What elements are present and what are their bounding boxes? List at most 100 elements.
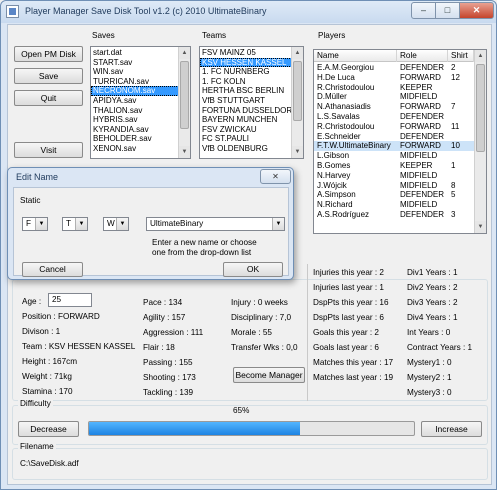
maximize-button[interactable]: □ bbox=[435, 2, 460, 19]
player-role-cell: MIDFIELD bbox=[400, 92, 438, 102]
open-disk-button[interactable]: Open PM Disk bbox=[14, 46, 83, 62]
scroll-thumb[interactable] bbox=[180, 61, 189, 129]
player-row[interactable]: L.S.Savalas DEFENDER bbox=[314, 112, 474, 122]
become-manager-button[interactable]: Become Manager bbox=[233, 367, 305, 383]
teams-list[interactable]: FSV MAINZ 05 KSV HESSEN KASSEL 1. FC NURNB… bbox=[199, 46, 304, 159]
scroll-down-icon[interactable]: ▼ bbox=[292, 146, 303, 158]
player-row[interactable]: D.Müller MIDFIELD bbox=[314, 92, 474, 102]
scroll-up-icon[interactable]: ▲ bbox=[475, 50, 486, 62]
player-shirt-cell: 11 bbox=[451, 121, 460, 131]
save-button[interactable]: Save bbox=[14, 68, 83, 84]
player-row[interactable]: N.Harvey MIDFIELD bbox=[314, 171, 474, 181]
player-row[interactable]: A.S.Rodríguez DEFENDER 3 bbox=[314, 210, 474, 220]
column-header-name[interactable]: Name bbox=[314, 50, 397, 62]
dropdown-arrow-icon[interactable]: ▼ bbox=[272, 218, 284, 230]
name-combo-value: UltimateBinary bbox=[150, 219, 204, 228]
dialog-ok-button[interactable]: OK bbox=[223, 262, 283, 277]
saves-scrollbar[interactable]: ▲ ▼ bbox=[178, 47, 190, 158]
player-row[interactable]: E.Schneider DEFENDER bbox=[314, 132, 474, 142]
quit-button[interactable]: Quit bbox=[14, 90, 83, 106]
team-list-item[interactable]: 1. FC NURNBERG bbox=[200, 67, 292, 77]
team-list-item[interactable]: FC ST.PAULI bbox=[200, 134, 292, 144]
initial2-combo[interactable]: T ▼ bbox=[62, 217, 88, 231]
team-list-item[interactable]: VfB OLDENBURG bbox=[200, 144, 292, 154]
dsp-pts-last-year: DspPts last year : 6 bbox=[313, 313, 384, 322]
save-list-item[interactable]: WIN.sav bbox=[91, 67, 179, 77]
dropdown-arrow-icon[interactable]: ▼ bbox=[116, 218, 128, 230]
player-name-cell: A.Simpson bbox=[317, 190, 356, 200]
title-bar[interactable]: Player Manager Save Disk Tool v1.2 (c) 2… bbox=[1, 1, 496, 23]
player-row[interactable]: J.Wójcik MIDFIELD 8 bbox=[314, 181, 474, 191]
player-row[interactable]: N.Athanasiadis FORWARD 7 bbox=[314, 102, 474, 112]
saves-list[interactable]: start.dat START.sav WIN.sav TURRICAN.sav NEC… bbox=[90, 46, 191, 159]
team-list-item[interactable]: FSV ZWICKAU bbox=[200, 125, 292, 135]
name-combo[interactable]: UltimateBinary ▼ bbox=[146, 217, 285, 231]
scroll-up-icon[interactable]: ▲ bbox=[292, 47, 303, 59]
tackling-value: Tackling : 139 bbox=[143, 388, 194, 397]
player-name-cell: L.S.Savalas bbox=[317, 112, 360, 121]
player-row[interactable]: H.De Luca FORWARD 12 bbox=[314, 73, 474, 83]
players-grid[interactable]: Name Role Shirt E.A.M.Georgiou DEFENDER 2 H… bbox=[313, 49, 487, 234]
player-name-cell: L.Gibson bbox=[317, 151, 350, 161]
age-field[interactable]: 25 bbox=[48, 293, 92, 307]
player-row[interactable]: B.Gomes KEEPER 1 bbox=[314, 161, 474, 171]
team-value: Team : KSV HESSEN KASSEL bbox=[22, 342, 136, 351]
save-list-item[interactable]: XENON.sav bbox=[91, 144, 179, 154]
player-row[interactable]: L.Gibson MIDFIELD bbox=[314, 151, 474, 161]
dialog-close-icon[interactable]: ✕ bbox=[260, 169, 291, 184]
dropdown-arrow-icon[interactable]: ▼ bbox=[35, 218, 47, 230]
player-shirt-cell: 10 bbox=[451, 141, 460, 151]
player-row[interactable]: F.T.W.UltimateBinary FORWARD 10 bbox=[314, 141, 474, 152]
goals-last-year: Goals last year : 6 bbox=[313, 343, 379, 352]
team-list-item[interactable]: HERTHA BSC BERLIN bbox=[200, 86, 292, 96]
scroll-down-icon[interactable]: ▼ bbox=[179, 146, 190, 158]
matches-last-year: Matches last year : 19 bbox=[313, 373, 394, 382]
player-role-cell: KEEPER bbox=[400, 161, 433, 170]
player-row[interactable]: R.Christodoulou FORWARD 11 bbox=[314, 122, 474, 132]
column-header-role[interactable]: Role bbox=[397, 50, 448, 62]
save-list-item[interactable]: START.sav bbox=[91, 58, 179, 68]
dropdown-arrow-icon[interactable]: ▼ bbox=[75, 218, 87, 230]
team-list-item[interactable]: 1. FC KOLN bbox=[200, 77, 292, 87]
div4-years: Div4 Years : 1 bbox=[407, 313, 458, 322]
team-list-item[interactable]: VfB STUTTGART bbox=[200, 96, 292, 106]
decrease-button[interactable]: Decrease bbox=[18, 421, 79, 437]
scroll-up-icon[interactable]: ▲ bbox=[179, 47, 190, 59]
player-row[interactable]: E.A.M.Georgiou DEFENDER 2 bbox=[314, 63, 474, 73]
team-list-item[interactable]: FORTUNA DUSSELDORF bbox=[200, 106, 297, 116]
minimize-button[interactable]: – bbox=[411, 2, 436, 19]
scroll-thumb[interactable] bbox=[476, 64, 485, 152]
player-row[interactable]: N.Richard MIDFIELD bbox=[314, 200, 474, 210]
players-grid-header: Name Role Shirt bbox=[314, 50, 474, 62]
player-role-cell: MIDFIELD bbox=[400, 200, 438, 210]
scroll-thumb[interactable] bbox=[293, 61, 302, 121]
player-shirt-cell: 8 bbox=[451, 180, 456, 190]
teams-scrollbar[interactable]: ▲ ▼ bbox=[291, 47, 303, 158]
save-list-item[interactable]: start.dat bbox=[91, 48, 179, 58]
team-list-item[interactable]: FSV MAINZ 05 bbox=[200, 48, 292, 58]
team-list-item[interactable]: KSV HESSEN KASSEL bbox=[200, 57, 292, 68]
save-list-item[interactable]: THALION.sav bbox=[91, 106, 179, 116]
save-list-item[interactable]: APIDYA.sav bbox=[91, 96, 179, 106]
dialog-cancel-button[interactable]: Cancel bbox=[22, 262, 83, 277]
save-list-item[interactable]: KYRANDIA.sav bbox=[91, 125, 179, 135]
team-list-item[interactable]: BAYERN MUNCHEN bbox=[200, 115, 292, 125]
player-row[interactable]: R.Christodoulou KEEPER bbox=[314, 83, 474, 93]
close-button[interactable]: ✕ bbox=[459, 2, 494, 19]
initial3-combo[interactable]: W ▼ bbox=[103, 217, 129, 231]
players-scrollbar[interactable]: ▲ ▼ bbox=[474, 50, 486, 233]
player-row[interactable]: A.Simpson DEFENDER 5 bbox=[314, 190, 474, 200]
column-header-shirt[interactable]: Shirt bbox=[448, 50, 474, 62]
player-shirt-cell: 1 bbox=[451, 161, 456, 170]
mystery1-value: Mystery1 : 0 bbox=[407, 358, 452, 367]
filename-value: C:\SaveDisk.adf bbox=[20, 459, 79, 468]
initial1-combo[interactable]: F ▼ bbox=[22, 217, 48, 231]
visit-button[interactable]: Visit bbox=[14, 142, 83, 158]
save-list-item[interactable]: NECRONOM.sav bbox=[91, 86, 179, 96]
save-list-item[interactable]: BEHOLDER.sav bbox=[91, 134, 179, 144]
player-name-cell: D.Müller bbox=[317, 92, 347, 102]
save-list-item[interactable]: HYBRIS.sav bbox=[91, 115, 179, 125]
increase-button[interactable]: Increase bbox=[421, 421, 482, 437]
scroll-down-icon[interactable]: ▼ bbox=[475, 221, 486, 233]
save-list-item[interactable]: TURRICAN.sav bbox=[91, 77, 179, 87]
